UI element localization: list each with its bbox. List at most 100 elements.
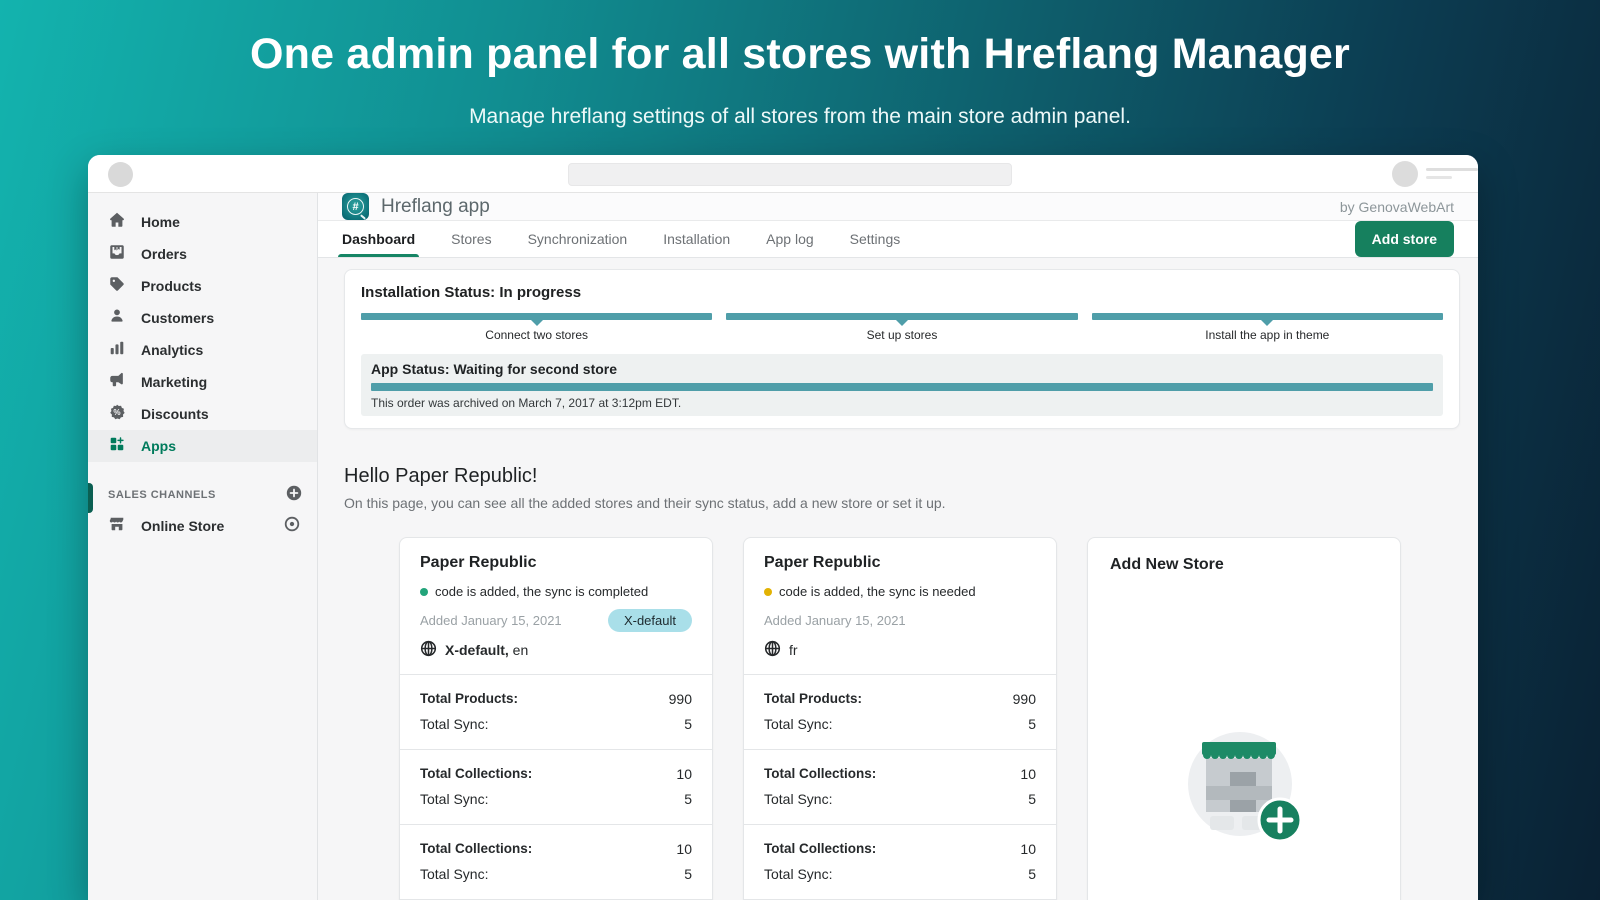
- stat-value: 10: [676, 839, 692, 859]
- collections-stats-section: Total Collections:10 Total Sync:5: [744, 824, 1056, 899]
- marketing-icon: [108, 371, 126, 394]
- sync-status: code is added, the sync is needed: [764, 584, 1036, 599]
- add-new-store-title: Add New Store: [1110, 556, 1378, 574]
- store-name: Paper Republic: [420, 554, 692, 572]
- stat-label: Total Sync:: [764, 789, 832, 809]
- added-date: Added January 15, 2021: [420, 613, 562, 628]
- storefront-icon: [108, 515, 126, 538]
- hero-subtitle: Manage hreflang settings of all stores f…: [0, 105, 1600, 129]
- app-status-box: App Status: Waiting for second store Thi…: [361, 354, 1443, 416]
- sidebar-item-apps[interactable]: Apps: [88, 430, 317, 462]
- hreflang-app-icon: #: [342, 193, 369, 220]
- globe-icon: [764, 640, 781, 660]
- sidebar-item-label: Apps: [141, 438, 176, 454]
- home-icon: [108, 211, 126, 234]
- step-progress-bar: [726, 313, 1077, 320]
- installation-status-title: Installation Status: In progress: [361, 284, 1443, 301]
- app-name: Hreflang app: [381, 196, 490, 218]
- stat-label: Total Products:: [420, 689, 518, 709]
- x-default-badge: X-default: [608, 609, 692, 632]
- languages-row: X-default, en: [420, 640, 692, 660]
- added-date: Added January 15, 2021: [764, 613, 906, 628]
- greeting-title: Hello Paper Republic!: [344, 465, 1460, 488]
- app-byline: by GenovaWebArt: [1340, 199, 1454, 215]
- collections-stats-section: Total Collections:10 Total Sync:5: [400, 824, 712, 899]
- sidebar-item-customers[interactable]: Customers: [88, 302, 317, 334]
- app-status-title: App Status: Waiting for second store: [371, 361, 1433, 377]
- discounts-icon: %: [108, 403, 126, 426]
- sidebar-item-label: Discounts: [141, 406, 209, 422]
- tab-stores[interactable]: Stores: [451, 221, 491, 257]
- tab-bar: Dashboard Stores Synchronization Install…: [318, 221, 1478, 258]
- add-new-store-card[interactable]: Add New Store: [1087, 537, 1401, 900]
- sales-channels-header: SALES CHANNELS: [88, 480, 317, 510]
- tab-app-log[interactable]: App log: [766, 221, 813, 257]
- step-label: Set up stores: [726, 328, 1077, 342]
- app-status-progress-bar: [371, 383, 1433, 391]
- step-label: Connect two stores: [361, 328, 712, 342]
- language-default: X-default,: [445, 642, 509, 658]
- step-progress-bar: [1092, 313, 1443, 320]
- sidebar-item-discounts[interactable]: % Discounts: [88, 398, 317, 430]
- stat-label: Total Collections:: [420, 839, 532, 859]
- sidebar-item-label: Orders: [141, 246, 187, 262]
- app-header: # Hreflang app by GenovaWebArt: [318, 193, 1478, 221]
- store-cards-row: Paper Republic code is added, the sync i…: [399, 537, 1460, 900]
- stat-value: 5: [684, 864, 692, 884]
- add-channel-icon[interactable]: [285, 484, 303, 507]
- sidebar-item-marketing[interactable]: Marketing: [88, 366, 317, 398]
- stat-value: 5: [1028, 714, 1036, 734]
- add-store-illustration: [1180, 720, 1308, 855]
- step-progress-bar: [361, 313, 712, 320]
- user-name-placeholder: [1426, 168, 1478, 171]
- analytics-icon: [108, 339, 126, 362]
- tab-dashboard[interactable]: Dashboard: [342, 221, 415, 257]
- window-topbar: [88, 155, 1478, 193]
- stat-value: 10: [1020, 764, 1036, 784]
- hero-banner: One admin panel for all stores with Href…: [0, 0, 1600, 129]
- sidebar-item-home[interactable]: Home: [88, 206, 317, 238]
- stat-label: Total Sync:: [764, 714, 832, 734]
- language-list: fr: [789, 642, 798, 658]
- sidebar: Home Orders Products Customers Analytics…: [88, 193, 318, 900]
- step-install-app-in-theme: Install the app in theme: [1092, 313, 1443, 342]
- svg-text:%: %: [113, 408, 120, 417]
- products-stats-section: Total Products:990 Total Sync:5: [400, 674, 712, 749]
- active-item-indicator: [88, 483, 93, 513]
- collections-stats-section: Total Collections: 10 Total Sync: 5: [744, 749, 1056, 824]
- avatar: [108, 162, 133, 187]
- tab-settings[interactable]: Settings: [850, 221, 901, 257]
- sidebar-item-analytics[interactable]: Analytics: [88, 334, 317, 366]
- sidebar-item-label: Online Store: [141, 518, 224, 534]
- app-status-note: This order was archived on March 7, 2017…: [371, 396, 1433, 410]
- stat-label: Total Sync:: [420, 714, 488, 734]
- stat-value: 5: [1028, 864, 1036, 884]
- stat-value: 5: [1028, 789, 1036, 809]
- sidebar-item-label: Analytics: [141, 342, 203, 358]
- dashboard-content: Installation Status: In progress Connect…: [318, 258, 1478, 900]
- tab-installation[interactable]: Installation: [663, 221, 730, 257]
- sidebar-item-orders[interactable]: Orders: [88, 238, 317, 270]
- stat-label: Total Products:: [764, 689, 862, 709]
- hero-title: One admin panel for all stores with Href…: [0, 0, 1600, 79]
- sidebar-item-label: Customers: [141, 310, 214, 326]
- stat-label: Total Collections:: [420, 764, 532, 784]
- eye-icon[interactable]: [283, 515, 301, 538]
- admin-window: Home Orders Products Customers Analytics…: [88, 155, 1478, 900]
- sidebar-item-label: Home: [141, 214, 180, 230]
- languages-row: fr: [764, 640, 1036, 660]
- step-label: Install the app in theme: [1092, 328, 1443, 342]
- user-role-placeholder: [1426, 176, 1452, 179]
- stat-label: Total Collections:: [764, 764, 876, 784]
- sidebar-item-online-store[interactable]: Online Store: [88, 510, 317, 542]
- status-text: code is added, the sync is needed: [779, 584, 976, 599]
- store-card: Paper Republic code is added, the sync i…: [743, 537, 1057, 900]
- tab-synchronization[interactable]: Synchronization: [528, 221, 628, 257]
- add-store-button[interactable]: Add store: [1355, 221, 1454, 257]
- status-text: code is added, the sync is completed: [435, 584, 648, 599]
- stat-value: 10: [676, 764, 692, 784]
- sidebar-item-products[interactable]: Products: [88, 270, 317, 302]
- store-name: Paper Republic: [764, 554, 1036, 572]
- search-input[interactable]: [568, 163, 1012, 186]
- status-dot: [420, 588, 428, 596]
